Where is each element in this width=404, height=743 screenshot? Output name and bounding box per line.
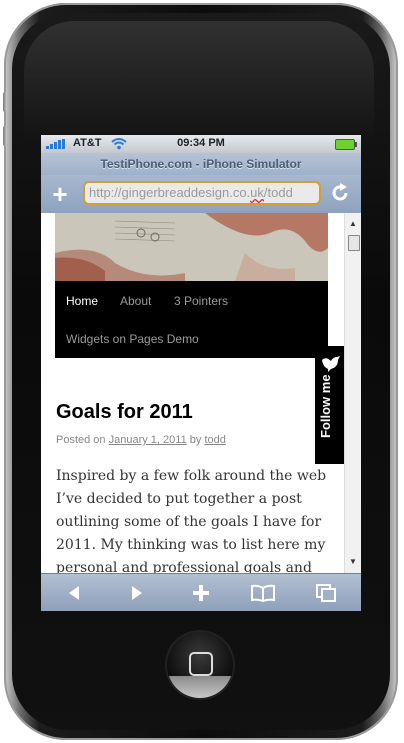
scroll-thumb[interactable]: [348, 235, 360, 251]
post-title[interactable]: Goals for 2011: [56, 401, 193, 424]
status-time: 09:34 PM: [177, 137, 225, 149]
plus-icon[interactable]: +: [49, 181, 71, 207]
pages-icon: [316, 584, 336, 602]
add-bookmark-button[interactable]: [186, 580, 216, 606]
volume-down-button[interactable]: [3, 126, 7, 146]
post-meta: Posted on January 1, 2011 by todd: [56, 434, 226, 446]
reload-icon[interactable]: [329, 182, 351, 204]
posted-on-label: Posted on: [56, 434, 106, 446]
iphone-screen: AT&T 09:34 PM TestiPhone.com - iPhone Si…: [41, 135, 361, 611]
battery-icon: [335, 139, 357, 150]
header-artwork: [55, 213, 328, 281]
volume-up-button[interactable]: [3, 92, 7, 112]
address-bar: + http://gingerbreaddesign.co.uk/todd: [41, 175, 361, 214]
scroll-up-arrow-icon[interactable]: ▲: [347, 219, 359, 229]
status-bar: AT&T 09:34 PM: [41, 135, 361, 153]
by-label: by: [189, 434, 202, 446]
post-date-link[interactable]: January 1, 2011: [109, 434, 187, 446]
post-body: Inspired by a few folk around the web I’…: [56, 468, 327, 573]
site-navigation: Home About 3 Pointers Widgets on Pages D…: [55, 281, 328, 358]
add-bookmark-icon: [193, 585, 209, 601]
nav-item-widgets-demo[interactable]: Widgets on Pages Demo: [66, 332, 199, 346]
home-square-icon: [189, 652, 213, 676]
nav-item-home[interactable]: Home: [66, 294, 98, 308]
web-viewport[interactable]: Home About 3 Pointers Widgets on Pages D…: [41, 213, 361, 573]
back-button[interactable]: [59, 580, 89, 606]
scrollbar[interactable]: ▲ ▼: [344, 213, 361, 573]
post-author-link[interactable]: todd: [204, 434, 225, 446]
nav-item-about[interactable]: About: [120, 294, 151, 308]
follow-me-label: Follow me: [318, 374, 333, 438]
header-image: [55, 213, 328, 281]
bookmarks-button[interactable]: [248, 580, 278, 606]
safari-toolbar: [41, 573, 361, 611]
url-text-suffix: /todd: [263, 185, 293, 200]
forward-arrow-icon: [132, 586, 142, 600]
simulator-title: TestiPhone.com - iPhone Simulator: [41, 153, 361, 175]
bookmarks-icon: [251, 584, 275, 602]
forward-button[interactable]: [122, 580, 152, 606]
bird-icon: [322, 356, 340, 372]
pages-button[interactable]: [311, 580, 341, 606]
scroll-down-arrow-icon[interactable]: ▼: [347, 557, 359, 567]
follow-me-tab[interactable]: Follow me: [315, 346, 345, 464]
url-text-spellcheck: uk: [250, 185, 264, 200]
back-arrow-icon: [69, 586, 79, 600]
url-input[interactable]: http://gingerbreaddesign.co.uk/todd: [83, 181, 321, 205]
nav-item-3-pointers[interactable]: 3 Pointers: [174, 294, 228, 308]
url-text-prefix: http://gingerbreaddesign.co.: [89, 185, 251, 200]
home-button[interactable]: [167, 632, 233, 698]
